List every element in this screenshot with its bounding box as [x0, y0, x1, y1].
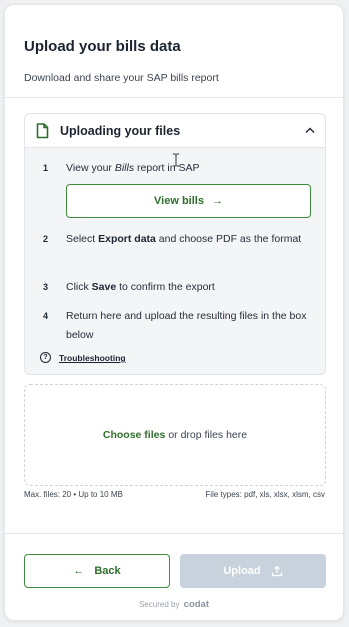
view-bills-button[interactable]: View bills →: [66, 184, 311, 218]
text-cursor-icon: [173, 153, 179, 167]
upload-card: Upload your bills data Download and shar…: [4, 4, 344, 621]
page-title: Upload your bills data: [24, 38, 181, 55]
secured-by-text: Secured by: [138, 600, 180, 609]
step-number: 3: [43, 282, 49, 292]
step-number: 4: [43, 311, 49, 321]
step-text: View your Bills report in SAP: [66, 162, 200, 174]
step-text: Select Export data and choose PDF as the…: [66, 233, 302, 245]
question-circle-icon: ?: [40, 352, 51, 363]
upload-button[interactable]: Upload: [180, 554, 326, 588]
step-text: Click Save to confirm the export: [66, 281, 215, 293]
choose-files-link[interactable]: Choose files: [103, 429, 165, 441]
upload-icon: [271, 565, 282, 577]
back-button[interactable]: ← Back: [24, 554, 170, 588]
upload-label: Upload: [223, 565, 261, 577]
file-types-hint: File types: pdf, xls, xlsx, xlsm, csv: [205, 490, 325, 499]
arrow-left-icon: ←: [73, 565, 85, 577]
secured-by-footer: Secured by codat: [5, 599, 343, 610]
instructions-panel-header[interactable]: Uploading your files: [25, 114, 325, 148]
panel-title: Uploading your files: [60, 124, 181, 138]
drop-files-text: or drop files here: [168, 429, 248, 441]
back-label: Back: [94, 565, 121, 577]
arrow-right-icon: →: [211, 195, 223, 207]
page-subtitle: Download and share your SAP bills report: [24, 72, 219, 84]
step-number: 2: [43, 234, 49, 244]
troubleshooting-label: Troubleshooting: [59, 353, 126, 363]
chevron-up-icon[interactable]: [305, 126, 315, 134]
document-icon: [36, 123, 49, 139]
codat-logo: codat: [183, 599, 210, 610]
view-bills-label: View bills: [154, 195, 204, 207]
step-number: 1: [43, 163, 49, 173]
step-text: Return here and upload the resulting fil…: [66, 310, 307, 341]
max-files-hint: Max. files: 20 • Up to 10 MB: [24, 490, 123, 499]
file-dropzone[interactable]: Choose files or drop files here: [24, 384, 326, 486]
footer-divider: [5, 533, 343, 534]
header-divider: [5, 97, 343, 98]
